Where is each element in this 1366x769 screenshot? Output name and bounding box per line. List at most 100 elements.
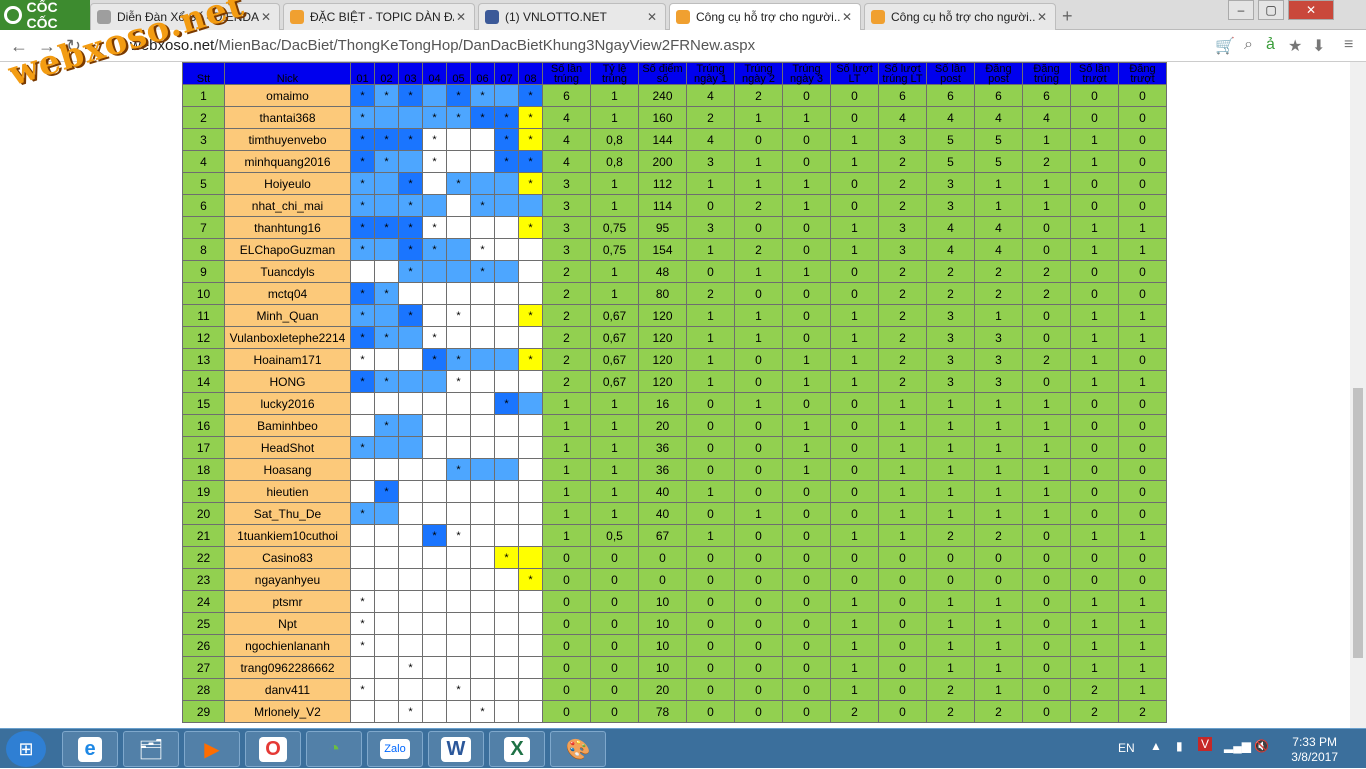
nick-cell[interactable]: mctq04 — [224, 282, 351, 305]
stat-cell: 2 — [1022, 150, 1071, 173]
nick-cell[interactable]: minhquang2016 — [224, 150, 351, 173]
ie-taskbar-button[interactable]: e — [62, 731, 118, 767]
nick-cell[interactable]: timthuyenvebo — [224, 128, 351, 151]
nick-cell[interactable]: lucky2016 — [224, 392, 351, 415]
nick-cell[interactable]: Npt — [224, 612, 351, 635]
stat-cell: 1 — [734, 260, 783, 283]
mark-cell — [422, 392, 447, 415]
show-hidden-icons[interactable]: ▲ — [1150, 739, 1162, 753]
nick-cell[interactable]: thanhtung16 — [224, 216, 351, 239]
nick-cell[interactable]: Tuancdyls — [224, 260, 351, 283]
stat-cell: 1 — [1022, 194, 1071, 217]
close-tab-icon[interactable]: ✕ — [259, 10, 273, 24]
nick-cell[interactable]: nhat_chi_mai — [224, 194, 351, 217]
stat-cell: 1 — [782, 436, 831, 459]
mark-cell: * — [350, 84, 375, 107]
nick-cell[interactable]: Minh_Quan — [224, 304, 351, 327]
nick-cell[interactable]: danv411 — [224, 678, 351, 701]
vietnamese-input-icon[interactable]: ả — [1266, 36, 1275, 54]
language-indicator[interactable]: EN — [1118, 741, 1135, 755]
url-field[interactable]: webxoso.net/MienBac/DacBiet/ThongKeTongH… — [100, 34, 1340, 58]
mark-cell: * — [350, 128, 375, 151]
nick-cell[interactable]: Baminhbeo — [224, 414, 351, 437]
stat-cell: 2 — [878, 194, 927, 217]
vertical-scrollbar[interactable] — [1350, 62, 1366, 728]
nick-cell[interactable]: 1tuankiem10cuthoi — [224, 524, 351, 547]
word-taskbar-button[interactable]: W — [428, 731, 484, 767]
mark-cell — [494, 172, 519, 195]
antivirus-icon[interactable]: V — [1198, 737, 1213, 751]
nick-cell[interactable]: Vulanboxletephe2214 — [224, 326, 351, 349]
nick-cell[interactable]: Mrlonely_V2 — [224, 700, 351, 723]
minimize-button[interactable]: – — [1228, 0, 1254, 20]
mark-cell — [350, 414, 375, 437]
coccoc-taskbar-button[interactable]: ◔ — [306, 731, 362, 767]
stat-cell: 1 — [878, 414, 927, 437]
download-icon[interactable]: ⬇ — [1312, 36, 1325, 56]
table-row: 5 Hoiyeulo * * * * 3 1 112 1 1 1 0 2 3 1 1 0 0 — [182, 172, 1167, 195]
mark-cell: * — [446, 370, 471, 393]
stat-cell: 0 — [782, 678, 831, 701]
nick-cell[interactable]: Sat_Thu_De — [224, 502, 351, 525]
paint-taskbar-button[interactable]: 🎨 — [550, 731, 606, 767]
new-tab-button[interactable]: + — [1062, 6, 1073, 27]
mark-cell: * — [350, 634, 375, 657]
nick-cell[interactable]: omaimo — [224, 84, 351, 107]
mark-cell — [374, 634, 399, 657]
restore-button[interactable]: ▢ — [1258, 0, 1284, 20]
nick-cell[interactable]: ELChapoGuzman — [224, 238, 351, 261]
nick-cell[interactable]: ptsmr — [224, 590, 351, 613]
zoom-icon[interactable]: ⌕ — [1244, 36, 1253, 54]
page-content: Stt Nick 01 02 03 04 05 06 07 08 Số lần trúng Tỷ lệ… — [0, 62, 1350, 728]
battery-icon[interactable]: ▮ — [1176, 739, 1183, 753]
cart-icon[interactable]: 🛒 — [1215, 36, 1235, 56]
network-icon[interactable]: ▂▄▆ — [1224, 739, 1251, 753]
clock[interactable]: 7:33 PM 3/8/2017 — [1291, 735, 1338, 765]
bookmark-star-icon[interactable]: ★ — [1288, 36, 1302, 56]
column-header: Đăng trúng — [1022, 62, 1071, 85]
close-tab-icon[interactable]: ✕ — [1035, 10, 1049, 24]
stat-cell: 0 — [1070, 502, 1119, 525]
stat-cell: 0 — [1070, 546, 1119, 569]
nick-cell[interactable]: HeadShot — [224, 436, 351, 459]
close-tab-icon[interactable]: ✕ — [454, 10, 468, 24]
media-taskbar-button[interactable]: ▶ — [184, 731, 240, 767]
mark-cell: * — [470, 700, 495, 723]
nick-cell[interactable]: Casino83 — [224, 546, 351, 569]
tab-3[interactable]: (1) VNLOTTO.NET ✕ — [478, 3, 666, 30]
tab-label: Công cụ hỗ trợ cho người... — [696, 10, 840, 24]
stat-cell: 0 — [734, 282, 783, 305]
tab-4[interactable]: Công cụ hỗ trợ cho người... ✕ — [669, 3, 861, 30]
stat-cell: 5 — [974, 150, 1023, 173]
mark-cell — [446, 238, 471, 261]
stat-cell: 1 — [1070, 150, 1119, 173]
close-tab-icon[interactable]: ✕ — [645, 10, 659, 24]
coccoc-logo[interactable]: CỐC CỐC — [0, 0, 90, 31]
stat-cell: 1 — [926, 656, 975, 679]
scrollbar-thumb[interactable] — [1353, 388, 1363, 658]
opera-taskbar-button[interactable]: O — [245, 731, 301, 767]
nick-cell[interactable]: Hoiyeulo — [224, 172, 351, 195]
nick-cell[interactable]: trang0962286662 — [224, 656, 351, 679]
stt-cell: 20 — [182, 502, 225, 525]
menu-icon[interactable]: ≡ — [1344, 36, 1353, 54]
folder-taskbar-button[interactable]: 🗂 — [123, 731, 179, 767]
zalo-taskbar-button[interactable]: Zalo — [367, 731, 423, 767]
start-button[interactable]: ⊞ — [6, 731, 46, 767]
stat-cell: 0 — [1070, 282, 1119, 305]
nick-cell[interactable]: HONG — [224, 370, 351, 393]
excel-taskbar-button[interactable]: X — [489, 731, 545, 767]
nick-cell[interactable]: ngayanhyeu — [224, 568, 351, 591]
tab-5[interactable]: Công cụ hỗ trợ cho người... ✕ — [864, 3, 1056, 30]
nick-cell[interactable]: hieutien — [224, 480, 351, 503]
tab-2[interactable]: ĐẶC BIỆT - TOPIC DÀN ĐẶ...✕ — [283, 3, 475, 30]
column-header: Nick — [224, 62, 351, 85]
nick-cell[interactable]: thantai368 — [224, 106, 351, 129]
close-window-button[interactable]: ✕ — [1288, 0, 1334, 20]
volume-icon[interactable]: 🔇 — [1254, 739, 1269, 753]
nick-cell[interactable]: Hoainam171 — [224, 348, 351, 371]
stat-cell: 0 — [734, 546, 783, 569]
close-tab-icon[interactable]: ✕ — [840, 10, 854, 24]
nick-cell[interactable]: Hoasang — [224, 458, 351, 481]
nick-cell[interactable]: ngochienlananh — [224, 634, 351, 657]
